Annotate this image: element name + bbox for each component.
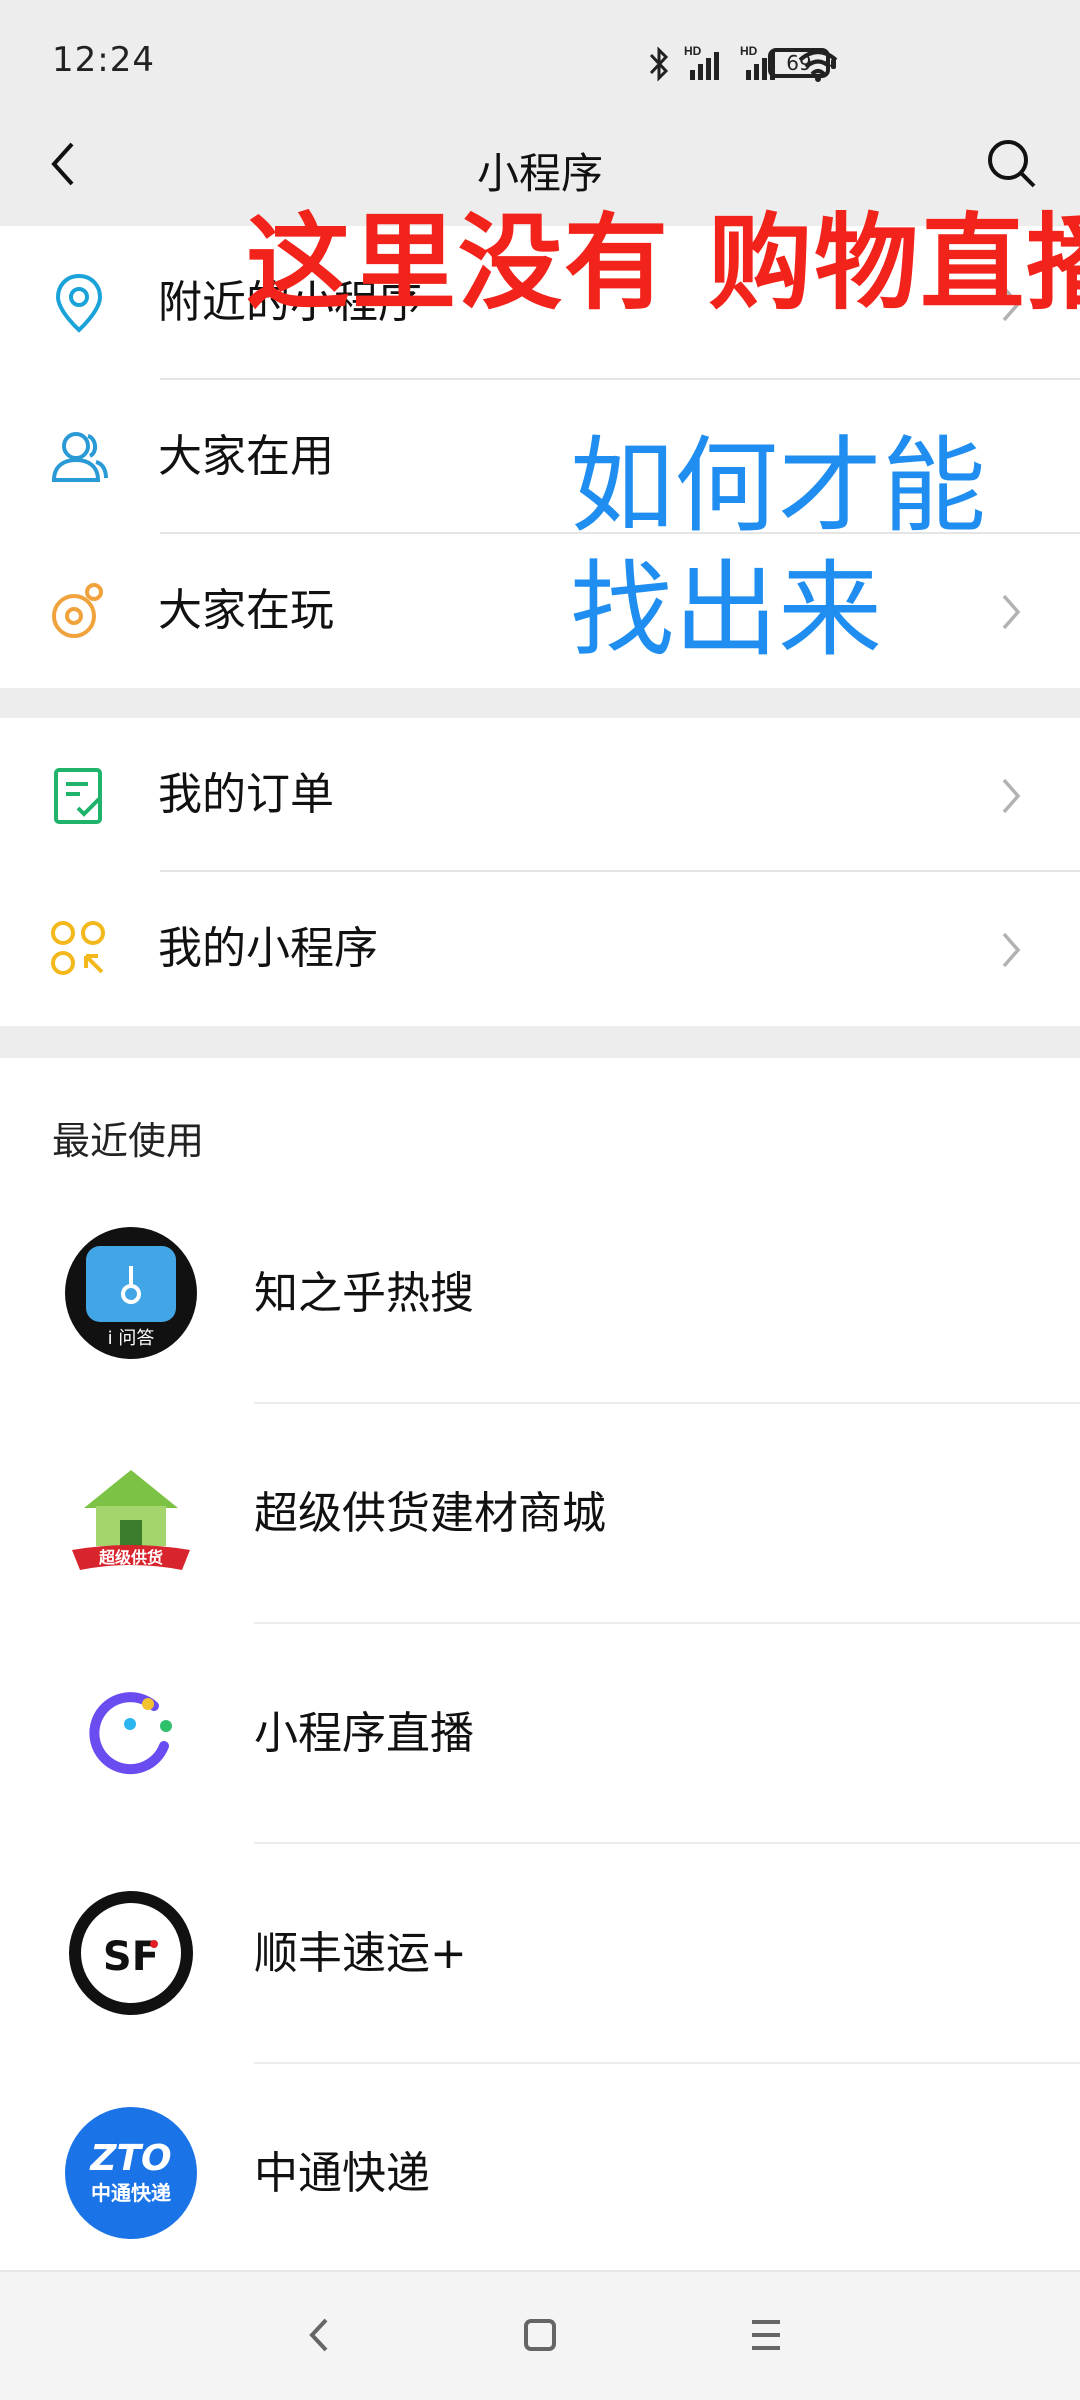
logo-caption: i 问答	[108, 1328, 155, 1349]
row-my-mini-programs[interactable]: 我的小程序	[0, 872, 1080, 1026]
building-materials-logo: 超级供货	[72, 1470, 190, 1570]
logo-caption: SF	[103, 1934, 159, 1980]
zhizhihu-logo: i 问答	[65, 1227, 197, 1359]
row-label: 我的小程序	[158, 923, 378, 974]
signal-hd-label: HD	[684, 44, 702, 58]
status-time: 12:24	[52, 40, 155, 80]
logo-caption: 超级供货	[98, 1548, 163, 1567]
app-name: 知之乎热搜	[254, 1268, 474, 1319]
recent-app-sf-express[interactable]: SF 顺丰速运+	[0, 1844, 1080, 2064]
people-icon	[51, 432, 108, 482]
order-list-icon	[54, 768, 102, 824]
zto-express-logo: ZTO 中通快递	[65, 2107, 197, 2239]
battery-indicator: 69	[768, 48, 836, 78]
system-menu-icon[interactable]	[746, 2310, 786, 2360]
row-my-orders[interactable]: 我的订单	[0, 718, 1080, 872]
app-name: 顺丰速运+	[254, 1928, 467, 1979]
bluetooth-icon	[649, 46, 669, 82]
system-home-icon[interactable]	[520, 2310, 560, 2360]
chevron-right-icon	[1002, 932, 1021, 968]
annotation-red-note: 这里没有 购物直播	[246, 202, 1080, 324]
row-label: 大家在用	[158, 431, 334, 482]
live-stream-logo	[89, 1692, 172, 1775]
app-name: 中通快递	[254, 2148, 430, 2199]
personal-group: 我的订单 我的小程序	[0, 718, 1080, 1026]
section-header: 最近使用	[52, 1119, 205, 1163]
recent-app-zto-express[interactable]: ZTO 中通快递 中通快递	[0, 2064, 1080, 2284]
recent-app-building-materials[interactable]: 超级供货 超级供货建材商城	[0, 1404, 1080, 1624]
signal-hd-label: HD	[740, 44, 758, 58]
location-pin-icon	[55, 273, 103, 333]
logo-caption: 中通快递	[91, 2181, 171, 2205]
app-name: 超级供货建材商城	[254, 1488, 606, 1539]
cell-signal-icon: HD	[684, 44, 719, 80]
row-label: 大家在玩	[158, 585, 334, 636]
logo-caption: ZTO	[89, 2138, 171, 2179]
system-nav-bar	[0, 2270, 1080, 2400]
recent-app-zhizhihu[interactable]: i 问答 知之乎热搜	[0, 1184, 1080, 1404]
chevron-right-icon	[1002, 778, 1021, 814]
recent-app-live-stream[interactable]: 小程序直播	[0, 1624, 1080, 1844]
recently-used-section: 最近使用 i 问答 知之乎热搜 超级供货 超级供货建材商城 小程序直播 SF 顺…	[0, 1058, 1080, 2270]
row-label: 我的订单	[158, 769, 334, 820]
sf-express-logo: SF	[69, 1891, 193, 2015]
my-apps-icon	[51, 921, 105, 975]
annotation-blue-note: 如何才能找出来	[570, 425, 987, 671]
status-bar: 12:24 HD HD 69	[0, 0, 1080, 126]
app-name: 小程序直播	[254, 1708, 474, 1759]
game-icon	[52, 583, 103, 638]
system-back-icon[interactable]	[300, 2310, 340, 2360]
